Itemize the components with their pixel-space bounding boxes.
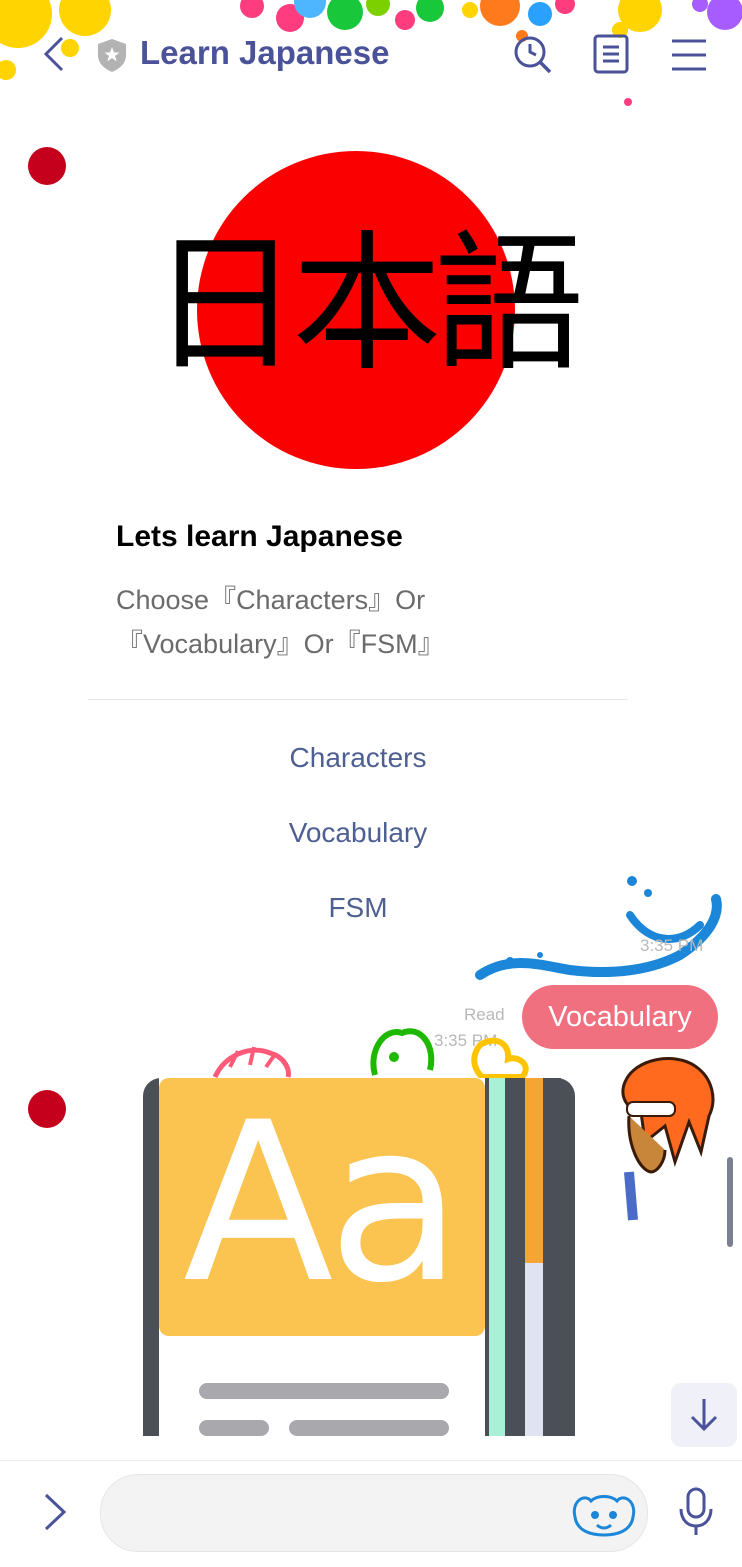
chat-title: Learn Japanese [140, 34, 390, 71]
dictionary-aa-text: Aa [183, 1078, 462, 1331]
bot-avatar-2[interactable] [28, 1090, 66, 1128]
kanji-text: 日本語 [150, 218, 584, 392]
card-divider [88, 699, 628, 700]
document-icon[interactable] [593, 34, 629, 79]
arrow-down-icon [690, 1399, 718, 1432]
dictionary-image[interactable]: Aa [143, 1078, 575, 1436]
card-image: 日本語 [140, 145, 584, 485]
hamburger-menu-icon[interactable] [670, 38, 708, 77]
card-time: 3:35 PM [640, 936, 704, 955]
action-vocabulary[interactable]: Vocabulary [88, 817, 628, 849]
scrollbar-thumb[interactable] [727, 1157, 733, 1247]
back-icon[interactable] [38, 34, 68, 79]
message-input-bar [0, 1460, 742, 1567]
microphone-icon[interactable] [676, 1487, 716, 1542]
sticker-icon[interactable] [569, 1491, 639, 1542]
scroll-down-button[interactable] [671, 1383, 737, 1447]
blue-wave-sticker [475, 876, 722, 980]
message-input[interactable] [100, 1474, 648, 1552]
chat-header: Learn Japanese [0, 0, 742, 110]
action-characters[interactable]: Characters [88, 742, 628, 774]
outgoing-bubble[interactable]: Vocabulary [522, 985, 718, 1049]
shield-star-icon [96, 37, 128, 78]
character-sticker [621, 1057, 715, 1221]
bot-avatar[interactable] [28, 147, 66, 185]
flower-stickers [212, 1028, 529, 1080]
card-subtitle: Choose『Characters』Or 『Vocabulary』Or『FSM』 [116, 585, 445, 659]
card-title: Lets learn Japanese [116, 520, 403, 553]
search-clock-icon[interactable] [512, 34, 554, 81]
chevron-right-icon[interactable] [40, 1491, 70, 1538]
